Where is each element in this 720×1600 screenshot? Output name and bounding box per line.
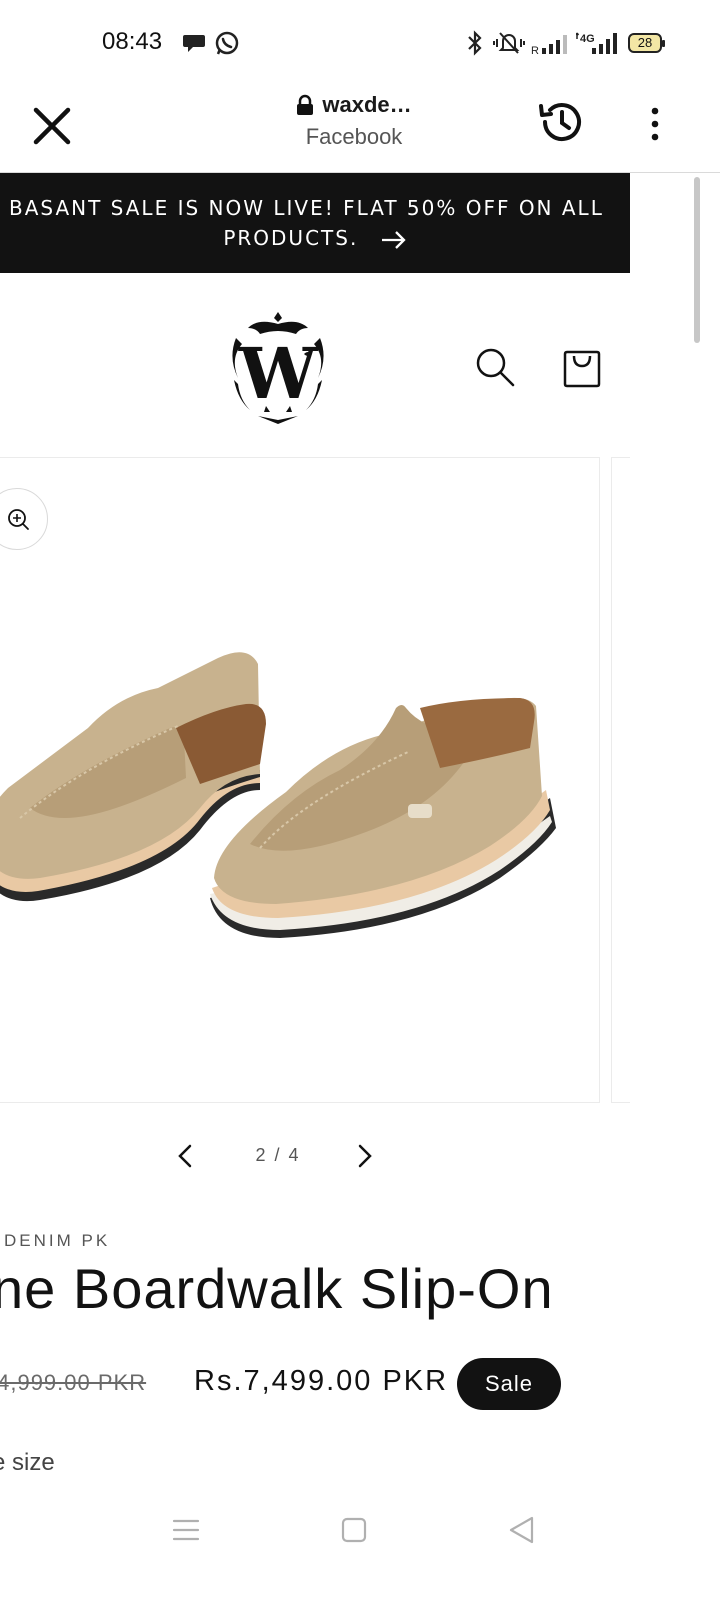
whatsapp-icon xyxy=(215,31,239,55)
close-icon[interactable] xyxy=(30,104,74,148)
next-image-peek[interactable] xyxy=(611,457,630,1103)
announcement-text: E BASANT SALE IS NOW LIVE! FLAT 50% OFF … xyxy=(0,196,604,220)
zoom-in-icon xyxy=(8,509,29,530)
lock-icon xyxy=(297,94,314,115)
sale-price: Rs.7,499.00 PKR xyxy=(194,1365,449,1397)
product-title: ne Boardwalk Slip-On xyxy=(0,1257,554,1320)
announcement-bar[interactable]: E BASANT SALE IS NOW LIVE! FLAT 50% OFF … xyxy=(0,173,630,273)
svg-text:W: W xyxy=(238,332,319,415)
sale-badge: Sale xyxy=(457,1358,561,1410)
svg-text:R: R xyxy=(531,45,539,56)
site-header: W xyxy=(0,274,630,458)
product-image-slide[interactable] xyxy=(0,457,600,1103)
chat-bubble-icon xyxy=(183,35,205,52)
history-icon[interactable] xyxy=(536,97,586,147)
bluetooth-icon xyxy=(468,30,482,56)
zoom-button[interactable] xyxy=(0,488,48,550)
browser-toolbar: waxde… Facebook xyxy=(0,88,720,173)
url-subtitle: Facebook xyxy=(305,124,403,149)
chevron-left-icon[interactable] xyxy=(170,1141,200,1171)
url-text: waxde… xyxy=(322,92,412,117)
vibrate-mute-icon xyxy=(493,32,525,54)
cart-icon[interactable] xyxy=(560,344,604,388)
signal-icon: R xyxy=(531,35,567,56)
search-icon[interactable] xyxy=(474,346,516,388)
product-vendor: DENIM PK xyxy=(4,1231,111,1250)
page-scrollbar[interactable] xyxy=(694,177,700,343)
status-bar: 08:43 R 4G 28 xyxy=(0,0,720,88)
battery-level: 28 xyxy=(637,35,653,50)
status-time: 08:43 xyxy=(102,28,163,55)
arrow-right-icon xyxy=(381,230,406,249)
size-label: e size xyxy=(0,1449,55,1476)
chevron-right-icon[interactable] xyxy=(350,1141,380,1171)
more-vert-icon[interactable] xyxy=(646,104,664,144)
slide-counter: 2 / 4 xyxy=(255,1145,301,1165)
web-page: E BASANT SALE IS NOW LIVE! FLAT 50% OFF … xyxy=(0,173,720,1490)
regular-price: .4,999.00 PKR xyxy=(0,1370,147,1395)
signal-4g-icon: 4G xyxy=(576,32,617,54)
home-square-icon[interactable] xyxy=(334,1510,374,1550)
price-row: .4,999.00 PKR Rs.7,499.00 PKR Sale xyxy=(0,1358,630,1414)
system-navbar xyxy=(0,1490,720,1600)
svg-text:4G: 4G xyxy=(580,33,595,45)
battery-icon: 28 xyxy=(628,33,665,53)
back-triangle-icon[interactable] xyxy=(502,1510,542,1550)
slider-controls: 2 / 4 xyxy=(170,1133,390,1179)
brand-logo[interactable]: W xyxy=(228,310,328,426)
url-bar[interactable]: waxde… Facebook xyxy=(260,92,448,150)
menu-icon[interactable] xyxy=(166,1510,206,1550)
product-photo-shoes xyxy=(0,652,556,938)
announcement-text-2: PRODUCTS. xyxy=(223,226,359,250)
